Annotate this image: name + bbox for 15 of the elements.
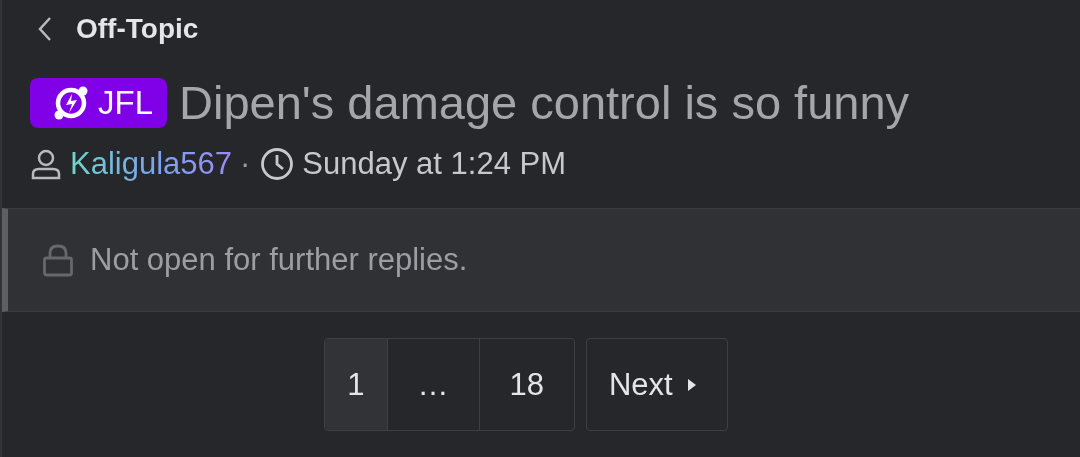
- prefix-label[interactable]: JFL: [30, 77, 167, 128]
- page-button[interactable]: 18: [478, 339, 574, 430]
- breadcrumb-link[interactable]: Off-Topic: [76, 13, 199, 45]
- notice-text: Not open for further replies.: [90, 242, 468, 278]
- user-icon: [30, 148, 62, 180]
- caret-icon: [686, 377, 697, 392]
- lock-icon: [42, 243, 74, 277]
- clock-icon: [260, 147, 295, 181]
- post-time[interactable]: Sunday at 1:24 PM: [302, 146, 567, 182]
- separator: ·: [240, 146, 251, 182]
- back-icon[interactable]: [38, 16, 52, 42]
- page-button[interactable]: 1: [325, 339, 387, 430]
- thread-title: Dipen's damage control is so funny: [179, 75, 910, 130]
- page-button[interactable]: …: [386, 339, 479, 430]
- next-button[interactable]: Next: [586, 338, 728, 431]
